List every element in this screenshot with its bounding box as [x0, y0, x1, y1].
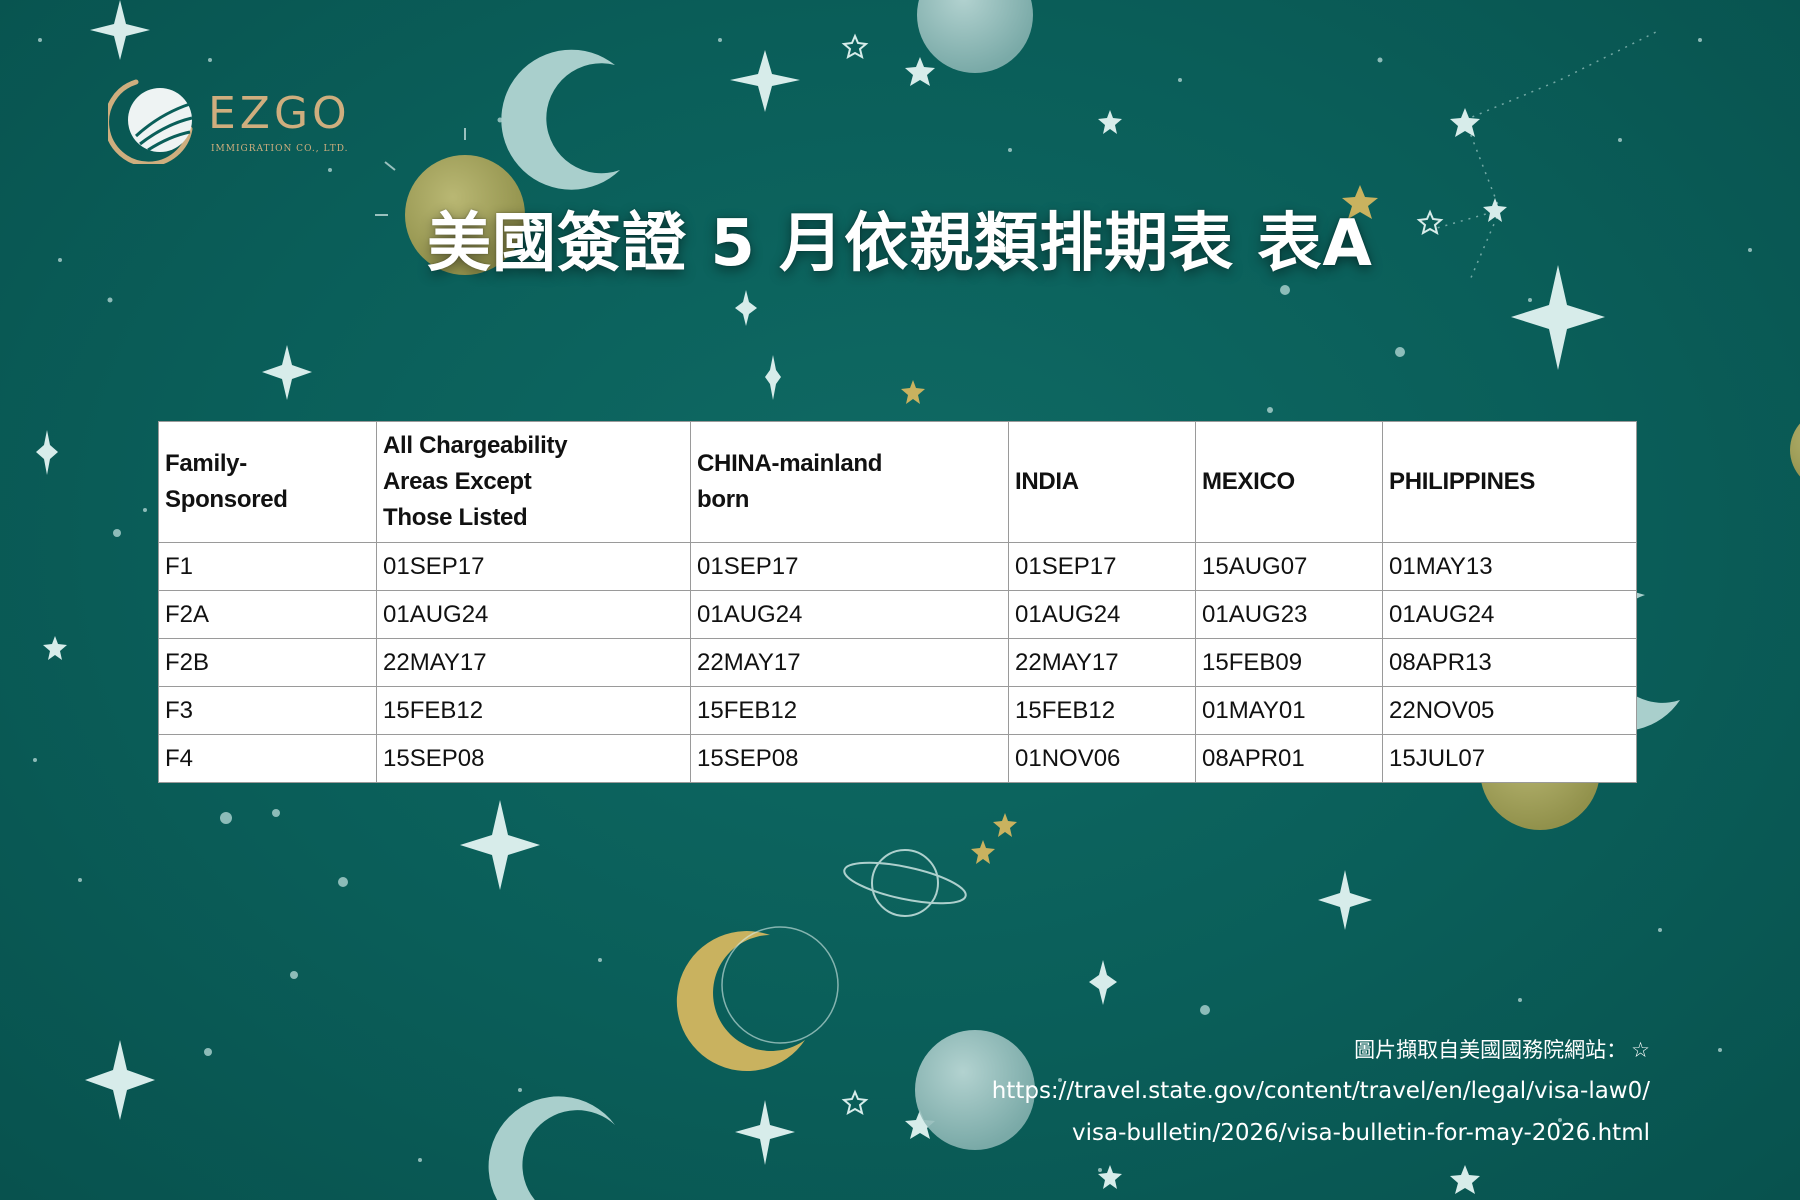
company-logo: EZGO IMMIGRATION CO., LTD. — [108, 74, 368, 164]
date-cell: 15FEB12 — [690, 686, 1009, 735]
column-header: All Chargeability Areas Except Those Liste… — [376, 421, 691, 543]
date-cell: 15AUG07 — [1195, 542, 1383, 591]
table-row: F4 15SEP08 15SEP08 01NOV06 08APR01 15JUL07 — [158, 734, 1637, 783]
date-cell: 01AUG24 — [376, 590, 691, 639]
visa-bulletin-table-container: Family- Sponsored All Chargeability Areas E… — [158, 421, 1637, 783]
table-row: F3 15FEB12 15FEB12 15FEB12 01MAY01 22NOV05 — [158, 686, 1637, 735]
date-cell: 08APR13 — [1382, 638, 1637, 687]
date-cell: 01AUG24 — [690, 590, 1009, 639]
logo-subtitle: IMMIGRATION CO., LTD. — [211, 144, 349, 154]
table-header-row: Family- Sponsored All Chargeability Areas E… — [158, 421, 1637, 543]
date-cell: 01NOV06 — [1008, 734, 1196, 783]
date-cell: 15SEP08 — [690, 734, 1009, 783]
table-row: F2A 01AUG24 01AUG24 01AUG24 01AUG23 01AUG24 — [158, 590, 1637, 639]
date-cell: 01SEP17 — [376, 542, 691, 591]
date-cell: 08APR01 — [1195, 734, 1383, 783]
date-cell: 22NOV05 — [1382, 686, 1637, 735]
date-cell: 01MAY13 — [1382, 542, 1637, 591]
column-header: Family- Sponsored — [158, 421, 377, 543]
logo-globe-icon — [108, 79, 193, 164]
date-cell: 22MAY17 — [690, 638, 1009, 687]
date-cell: 01MAY01 — [1195, 686, 1383, 735]
category-cell: F2B — [158, 638, 377, 687]
category-cell: F3 — [158, 686, 377, 735]
visa-bulletin-table: Family- Sponsored All Chargeability Areas E… — [158, 421, 1637, 783]
table-body: F1 01SEP17 01SEP17 01SEP17 15AUG07 01MAY13 F2A… — [158, 542, 1637, 783]
date-cell: 01SEP17 — [1008, 542, 1196, 591]
table-row: F2B 22MAY17 22MAY17 22MAY17 15FEB09 08APR13 — [158, 638, 1637, 687]
source-url-line-1: https://travel.state.gov/content/travel/… — [991, 1078, 1650, 1104]
source-attribution: 圖片擷取自美國國務院網站： ☆ https://travel.state.gov/… — [992, 1030, 1650, 1154]
date-cell: 15FEB12 — [1008, 686, 1196, 735]
category-cell: F2A — [158, 590, 377, 639]
date-cell: 01AUG24 — [1382, 590, 1637, 639]
page-title: 美國簽證 5 月依親類排期表 表A — [427, 207, 1373, 281]
source-label: 圖片擷取自美國國務院網站： — [1354, 1038, 1628, 1062]
logo-name: EZGO — [208, 88, 351, 139]
column-header: MEXICO — [1195, 421, 1383, 543]
date-cell: 22MAY17 — [376, 638, 691, 687]
column-header: INDIA — [1008, 421, 1196, 543]
date-cell: 15SEP08 — [376, 734, 691, 783]
star-outline-icon: ☆ — [1631, 1038, 1650, 1062]
table-row: F1 01SEP17 01SEP17 01SEP17 15AUG07 01MAY13 — [158, 542, 1637, 591]
planet-icon — [843, 849, 967, 917]
date-cell: 15JUL07 — [1382, 734, 1637, 783]
date-cell: 01SEP17 — [690, 542, 1009, 591]
date-cell: 22MAY17 — [1008, 638, 1196, 687]
date-cell: 01AUG23 — [1195, 590, 1383, 639]
column-header: PHILIPPINES — [1382, 421, 1637, 543]
date-cell: 01AUG24 — [1008, 590, 1196, 639]
category-cell: F4 — [158, 734, 377, 783]
date-cell: 15FEB12 — [376, 686, 691, 735]
column-header: CHINA-mainland born — [690, 421, 1009, 543]
date-cell: 15FEB09 — [1195, 638, 1383, 687]
category-cell: F1 — [158, 542, 377, 591]
source-url-line-2: visa-bulletin/2026/visa-bulletin-for-may… — [1072, 1120, 1650, 1146]
